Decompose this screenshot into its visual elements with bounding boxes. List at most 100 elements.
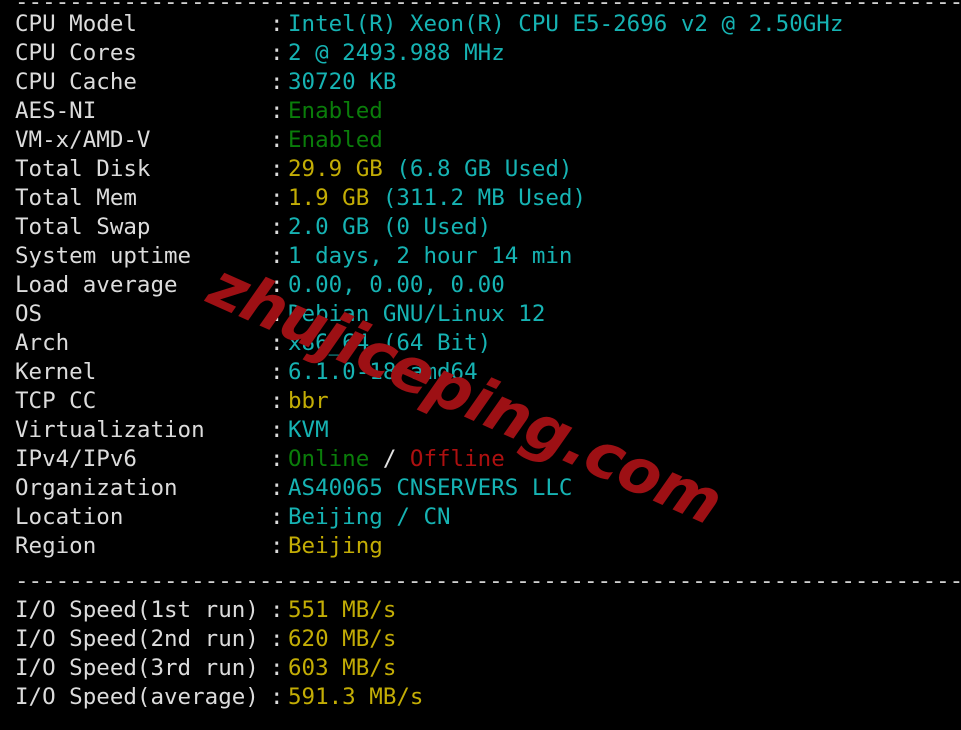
io-speed-separator: :: [270, 684, 284, 710]
info-row-separator: :: [270, 359, 284, 385]
info-row-label: Virtualization: [15, 417, 205, 443]
info-row-value-part: (311.2 MB Used): [382, 185, 587, 211]
io-speed-label: I/O Speed(3rd run): [15, 655, 259, 681]
io-speed-separator: :: [270, 655, 284, 681]
terminal-window: ----------------------------------------…: [0, 0, 961, 730]
info-row-value-part: 0.00, 0.00, 0.00: [288, 272, 505, 298]
info-row-value-part: KVM: [288, 417, 329, 443]
info-row-value-part: 29.9 GB: [288, 156, 397, 182]
info-row: TCP CC: bbr: [0, 387, 961, 416]
io-speed-label: I/O Speed(2nd run): [15, 626, 259, 652]
info-row: VM-x/AMD-V: Enabled: [0, 126, 961, 155]
info-row: IPv4/IPv6: Online / Offline: [0, 445, 961, 474]
io-speed-label: I/O Speed(1st run): [15, 597, 259, 623]
info-row: Kernel:6.1.0-18-amd64: [0, 358, 961, 387]
io-speed-value: 620 MB/s: [288, 626, 397, 652]
info-row-value: x86_64 (64 Bit): [288, 330, 491, 356]
info-row-separator: :: [270, 156, 284, 182]
info-row-value: 2 @ 2493.988 MHz: [288, 40, 505, 66]
separator-rule-bottom: ----------------------------------------…: [0, 718, 961, 730]
info-row-value-part: AS40065 CNSERVERS LLC: [288, 475, 573, 501]
info-row-value-part: 1 days, 2 hour 14 min: [288, 243, 573, 269]
info-row-value: Beijing / CN: [288, 504, 451, 530]
info-row-separator: :: [270, 388, 284, 414]
info-row-label: System uptime: [15, 243, 192, 269]
io-speed-value: 591.3 MB/s: [288, 684, 424, 710]
info-row-separator: :: [270, 98, 284, 124]
info-row-label: Region: [15, 533, 97, 559]
info-row-value-part: 6.1.0-18-amd64: [288, 359, 478, 385]
info-row-value-part: Enabled: [288, 127, 383, 153]
io-speed-block: I/O Speed(1st run):551 MB/s I/O Speed(2nd…: [0, 596, 961, 712]
info-row-value-part: Debian GNU/Linux 12: [288, 301, 546, 327]
info-row-label: IPv4/IPv6: [15, 446, 137, 472]
info-row-label: Total Disk: [15, 156, 151, 182]
info-row: Total Swap:2.0 GB (0 Used): [0, 213, 961, 242]
info-row: Organization: AS40065 CNSERVERS LLC: [0, 474, 961, 503]
info-row-label: CPU Cache: [15, 69, 137, 95]
info-row-value-part: 2 @ 2493.988 MHz: [288, 40, 505, 66]
info-row-value-part: /: [369, 446, 410, 472]
info-row-value: 6.1.0-18-amd64: [288, 359, 478, 385]
info-row-value: Beijing: [288, 533, 383, 559]
info-row-separator: :: [270, 533, 284, 559]
info-row: System uptime:1 days, 2 hour 14 min: [0, 242, 961, 271]
info-row: CPU Cache:30720 KB: [0, 68, 961, 97]
separator-rule-top: ----------------------------------------…: [0, 0, 961, 10]
io-speed-row: I/O Speed(1st run):551 MB/s: [0, 596, 961, 625]
info-row-value: 30720 KB: [288, 69, 396, 95]
info-row-label: VM-x/AMD-V: [15, 127, 151, 153]
info-row-value-part: bbr: [288, 388, 329, 414]
info-row: Location: Beijing / CN: [0, 503, 961, 532]
info-row-separator: :: [270, 446, 284, 472]
info-row-value: 1 days, 2 hour 14 min: [288, 243, 572, 269]
info-row-separator: :: [270, 330, 284, 356]
info-row-separator: :: [270, 69, 284, 95]
info-row-separator: :: [270, 243, 284, 269]
io-speed-separator: :: [270, 626, 284, 652]
info-row-separator: :: [270, 185, 284, 211]
info-row-label: Organization: [15, 475, 178, 501]
info-row-value: AS40065 CNSERVERS LLC: [288, 475, 572, 501]
info-row-separator: :: [270, 11, 284, 37]
info-row: CPU Cores:2 @ 2493.988 MHz: [0, 39, 961, 68]
info-row-value: 1.9 GB (311.2 MB Used): [288, 185, 586, 211]
info-row-separator: :: [270, 40, 284, 66]
io-speed-label: I/O Speed(average): [15, 684, 259, 710]
system-info-block: CPU Model: Intel(R) Xeon(R) CPU E5-2696 v…: [0, 10, 961, 561]
io-speed-row: I/O Speed(average):591.3 MB/s: [0, 683, 961, 712]
io-speed-row: I/O Speed(3rd run):603 MB/s: [0, 654, 961, 683]
info-row-value-part: Beijing / CN: [288, 504, 451, 530]
info-row-label: TCP CC: [15, 388, 97, 414]
info-row: Total Mem:1.9 GB (311.2 MB Used): [0, 184, 961, 213]
info-row-value-part: 30720 KB: [288, 69, 397, 95]
info-row-separator: :: [270, 301, 284, 327]
info-row-value: KVM: [288, 417, 329, 443]
info-row-label: CPU Model: [15, 11, 137, 37]
info-row-separator: :: [270, 272, 284, 298]
info-row: Arch: x86_64 (64 Bit): [0, 329, 961, 358]
info-row: Total Disk:29.9 GB (6.8 GB Used): [0, 155, 961, 184]
info-row-label: CPU Cores: [15, 40, 137, 66]
info-row: CPU Model: Intel(R) Xeon(R) CPU E5-2696 v…: [0, 10, 961, 39]
info-row-separator: :: [270, 214, 284, 240]
io-speed-separator: :: [270, 597, 284, 623]
info-row-value: Online / Offline: [288, 446, 505, 472]
info-row-value-part: Beijing: [288, 533, 383, 559]
info-row-value: bbr: [288, 388, 329, 414]
info-row: Virtualization: KVM: [0, 416, 961, 445]
info-row: OS: Debian GNU/Linux 12: [0, 300, 961, 329]
info-row-value-part: 1.9 GB: [288, 185, 383, 211]
info-row-value: Intel(R) Xeon(R) CPU E5-2696 v2 @ 2.50GH…: [288, 11, 843, 37]
info-row-value-part: Enabled: [288, 98, 383, 124]
info-row-value: 2.0 GB (0 Used): [288, 214, 491, 240]
info-row-label: Load average: [15, 272, 178, 298]
info-row-label: Location: [15, 504, 124, 530]
info-row: AES-NI: Enabled: [0, 97, 961, 126]
info-row-label: AES-NI: [15, 98, 97, 124]
info-row-label: Total Mem: [15, 185, 137, 211]
info-row-separator: :: [270, 475, 284, 501]
info-row-value-part: Intel(R) Xeon(R) CPU E5-2696 v2 @ 2.50GH…: [288, 11, 844, 37]
info-row-value-part: Online: [288, 446, 370, 472]
io-speed-value: 551 MB/s: [288, 597, 397, 623]
